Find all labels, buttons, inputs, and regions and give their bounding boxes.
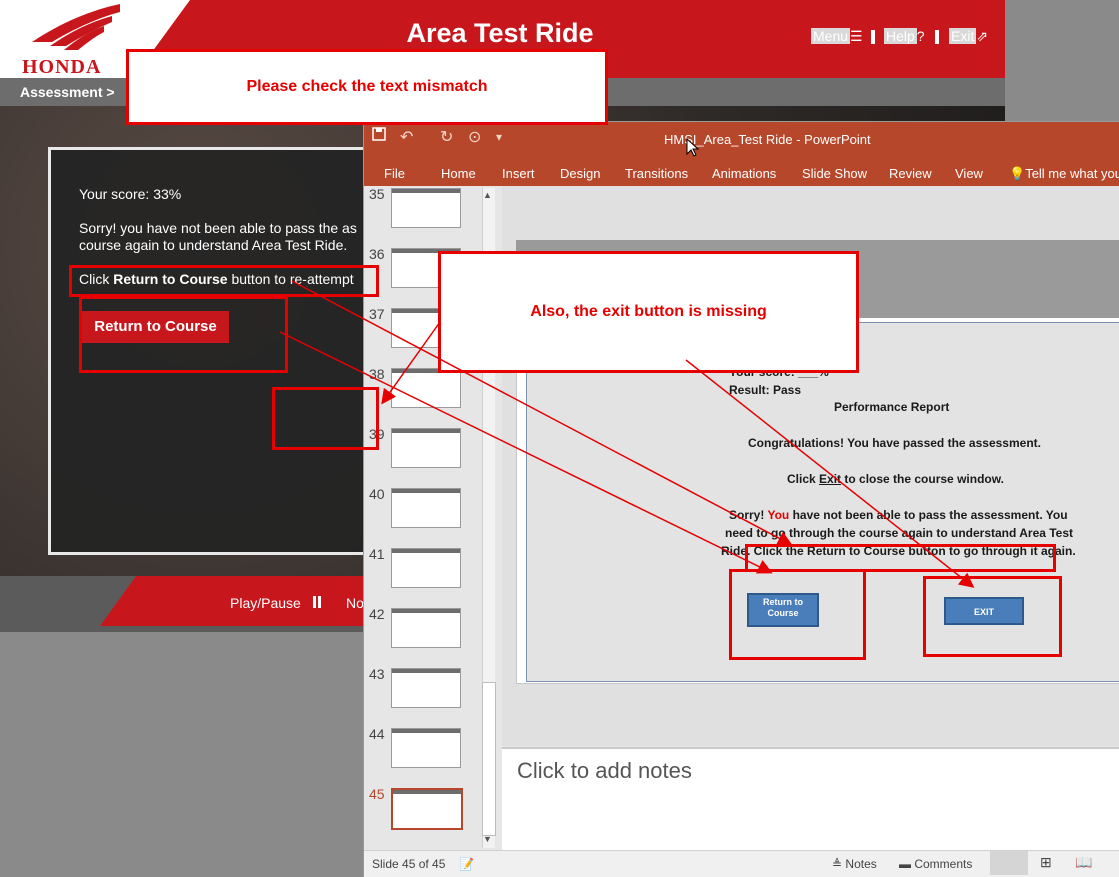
tab-view[interactable]: View <box>955 166 983 181</box>
help-button[interactable]: Help? <box>884 28 925 44</box>
slide-number: 37 <box>369 306 385 322</box>
highlight-box-course-instruction <box>69 265 379 297</box>
menu-icon: ☰ <box>850 28 863 44</box>
slide-thumbnail[interactable] <box>391 548 461 588</box>
thumbnail-scroll-thumb[interactable] <box>482 682 496 836</box>
slide-result-text: Result: Pass <box>729 383 802 397</box>
nav-divider <box>871 30 875 44</box>
tab-animations[interactable]: Animations <box>712 166 776 181</box>
present-icon[interactable]: ⊙ <box>468 127 481 147</box>
help-label: Help <box>884 28 917 44</box>
annotation-callout-text-mismatch: Please check the text mismatch <box>126 49 608 125</box>
comments-label: Comments <box>914 857 973 871</box>
slide-number: 35 <box>369 186 385 202</box>
highlight-box-missing-exit-area <box>272 387 379 450</box>
play-pause-label: Play/Pause <box>230 595 301 611</box>
slide-sorter-icon[interactable]: ⊞ <box>1040 854 1052 871</box>
tab-review[interactable]: Review <box>889 166 932 181</box>
course-title: Area Test Ride <box>406 18 594 48</box>
honda-logo-text: HONDA <box>22 56 102 78</box>
slide-thumbnail[interactable] <box>391 428 461 468</box>
slide-thumbnail[interactable] <box>391 608 461 648</box>
slide-congrats-text: Congratulations! You have passed the ass… <box>748 436 1041 450</box>
tell-me-search[interactable]: 💡Tell me what you <box>1009 166 1119 182</box>
highlight-box-slide-exit-button <box>923 576 1062 657</box>
slide-thumbnail[interactable] <box>391 728 461 768</box>
redo-icon[interactable]: ↻ <box>440 127 453 147</box>
click-exit-pre: Click <box>787 472 820 486</box>
tab-slide-show[interactable]: Slide Show <box>802 166 867 181</box>
click-exit-bold: Exit <box>819 472 842 486</box>
slide-number: 41 <box>369 546 385 562</box>
slide-number: 38 <box>369 366 385 382</box>
external-link-icon: ⇗ <box>976 28 989 44</box>
nav-divider <box>935 30 939 44</box>
tab-design[interactable]: Design <box>560 166 600 181</box>
help-icon: ? <box>916 28 925 44</box>
highlight-box-course-return-button <box>79 296 288 373</box>
slide-number: 44 <box>369 726 385 742</box>
slide-sorry-line2: need to go through the course again to u… <box>725 526 1074 540</box>
slide-thumbnail[interactable] <box>391 668 461 708</box>
spell-check-icon[interactable]: 📝 <box>459 857 474 871</box>
exit-label: Exit <box>949 28 977 44</box>
slide-thumbnail[interactable] <box>391 368 461 408</box>
status-slide-counter: Slide 45 of 45 <box>372 857 446 871</box>
lightbulb-icon: 💡 <box>1009 166 1026 181</box>
powerpoint-window: ↶ ↻ ⊙ ▾ HMSI_Area_Test Ride - PowerPoint… <box>363 121 1119 877</box>
sorry-line1-a: Sorry! <box>729 508 768 522</box>
result-message-line1: Sorry! you have not been able to pass th… <box>79 220 357 236</box>
status-comments-button[interactable]: ▬ Comments <box>899 857 972 871</box>
tab-home[interactable]: Home <box>441 166 476 181</box>
score-text: Your score: 33% <box>79 186 182 202</box>
customize-toolbar-icon[interactable]: ▾ <box>496 130 502 144</box>
slide-click-exit-text: Click Exit to close the course window. <box>787 472 1004 486</box>
footer-next-label[interactable]: No <box>346 595 364 611</box>
pause-icon <box>312 596 316 608</box>
slide-sorry-line1: Sorry! You have not been able to pass th… <box>729 508 1068 522</box>
result-message-line2: course again to understand Area Test Rid… <box>79 237 348 253</box>
notes-icon: ≜ <box>832 857 843 871</box>
slide-report-title: Performance Report <box>834 400 950 414</box>
exit-button[interactable]: Exit ⇗ <box>949 28 988 45</box>
highlight-box-slide-return-button <box>729 569 866 660</box>
menu-button[interactable]: Menu ☰ <box>811 28 863 45</box>
tell-me-label: Tell me what you <box>1025 166 1119 181</box>
click-exit-post: to close the course window. <box>841 472 1004 486</box>
tab-file[interactable]: File <box>384 166 405 181</box>
slide-thumbnail-selected[interactable] <box>391 788 463 830</box>
slide-number: 36 <box>369 246 385 262</box>
annotation-callout-exit-missing: Also, the exit button is missing <box>438 251 859 373</box>
scroll-down-icon[interactable]: ▼ <box>483 834 492 844</box>
honda-wing-logo-icon <box>32 4 120 50</box>
slide-number: 43 <box>369 666 385 682</box>
play-pause-button[interactable]: Play/Pause <box>230 595 316 611</box>
highlight-box-slide-instruction <box>745 544 1056 572</box>
normal-view-icon[interactable] <box>990 851 1028 875</box>
mouse-cursor-icon <box>686 138 700 157</box>
reading-view-icon[interactable]: 📖 <box>1075 854 1092 871</box>
scroll-up-icon[interactable]: ▲ <box>483 190 492 200</box>
sorry-line1-b: have not been able to pass the assessmen… <box>789 508 1068 522</box>
sorry-line1-red: You <box>767 508 790 522</box>
slide-thumbnail[interactable] <box>391 188 461 228</box>
notes-placeholder[interactable]: Click to add notes <box>517 758 692 784</box>
slide-number: 42 <box>369 606 385 622</box>
tab-insert[interactable]: Insert <box>502 166 535 181</box>
menu-label: Menu <box>811 28 851 44</box>
comment-icon: ▬ <box>899 857 911 871</box>
slide-number: 40 <box>369 486 385 502</box>
tab-transitions[interactable]: Transitions <box>625 166 688 181</box>
status-notes-button[interactable]: ≜ Notes <box>832 857 877 871</box>
notes-label: Notes <box>845 857 877 871</box>
slide-number-selected: 45 <box>369 786 385 802</box>
save-icon[interactable] <box>372 127 386 146</box>
undo-icon[interactable]: ↶ <box>400 127 413 147</box>
breadcrumb[interactable]: Assessment > <box>20 84 115 100</box>
slide-thumbnail[interactable] <box>391 488 461 528</box>
